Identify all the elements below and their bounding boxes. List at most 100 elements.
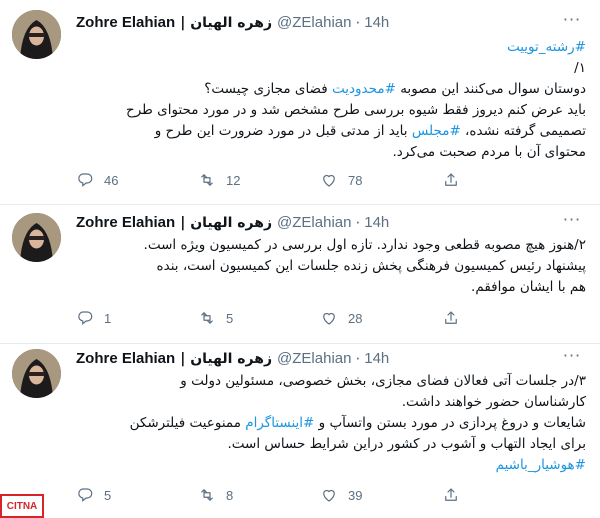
tweet-text-segment: دوستان سوال می‌کنند این مصوبه [395, 81, 586, 97]
tweet-text-segment: شایعات و دروغ پردازی در مورد بستن واتسآپ… [314, 415, 586, 431]
tweet-text-line: #هوشیار_باشیم [76, 455, 586, 476]
author-handle[interactable]: @ZElahian [277, 213, 351, 233]
tweet-text: ۳/در جلسات آتی فعالان فضای مجازی، بخش خص… [76, 371, 586, 476]
reply-icon [76, 171, 104, 189]
tweet-text-line: ۲/هنوز هیچ مصوبه قطعی وجود ندارد. تازه ا… [76, 235, 586, 256]
tweet-text-segment: ممنوعیت فیلترشکن [129, 415, 246, 431]
like-button[interactable]: 39 [320, 486, 442, 504]
tweet-time[interactable]: 14h [364, 213, 389, 233]
tweet-text-segment: ۲/هنوز هیچ مصوبه قطعی وجود ندارد. تازه ا… [143, 237, 586, 253]
reply-button[interactable]: 1 [76, 309, 198, 327]
retweet-count: 12 [226, 172, 241, 188]
like-count: 28 [348, 310, 363, 326]
retweet-count: 8 [226, 487, 234, 503]
avatar[interactable] [12, 10, 61, 59]
more-options-icon[interactable]: ··· [562, 212, 582, 234]
tweet-text-line: کارشناسان حضور خواهند داشت. [76, 392, 586, 413]
tweet-text-line: دوستان سوال می‌کنند این مصوبه #محدودیت ف… [76, 79, 586, 100]
reply-count: 1 [104, 310, 112, 326]
share-icon [442, 486, 470, 504]
tweet-text-segment: ۱/ [574, 60, 586, 76]
separator-dot: · [355, 14, 361, 32]
avatar[interactable] [12, 213, 61, 262]
tweet-text-line: ۱/ [76, 58, 586, 79]
like-count: 39 [348, 487, 363, 503]
like-button[interactable]: 28 [320, 309, 442, 327]
more-options-icon[interactable]: ··· [562, 348, 582, 370]
tweet-header: Zohre Elahian | زهره الهیان @ZElahian · … [76, 13, 560, 33]
reply-icon [76, 309, 104, 327]
retweet-icon [198, 486, 226, 504]
tweet-text-line: تصمیمی گرفته نشده، #مجلس باید از مدتی قب… [76, 121, 586, 142]
tweet-text-segment: هم با ایشان موافقم. [471, 279, 586, 295]
reply-button[interactable]: 46 [76, 171, 198, 189]
tweet-actions: 46 12 78 [76, 170, 516, 190]
tweet-3[interactable]: Zohre Elahian | زهره الهیان @ZElahian · … [0, 344, 600, 518]
separator-dot: · [355, 350, 361, 368]
avatar[interactable] [12, 349, 61, 398]
tweet-text-segment: کارشناسان حضور خواهند داشت. [401, 394, 586, 410]
tweet-text: ۲/هنوز هیچ مصوبه قطعی وجود ندارد. تازه ا… [76, 235, 586, 298]
tweet-text-segment: باید عرض کنم دیروز فقط شیوه بررسی طرح مش… [125, 102, 586, 118]
tweet-text-line: هم با ایشان موافقم. [76, 277, 586, 298]
author-name[interactable]: Zohre Elahian [76, 213, 175, 233]
tweet-text-line: برای ایجاد التهاب و آشوب در کشور دراین ش… [76, 434, 586, 455]
more-options-icon[interactable]: ··· [562, 12, 582, 34]
hashtag-link[interactable]: #هوشیار_باشیم [496, 457, 586, 473]
share-icon [442, 309, 470, 327]
share-button[interactable] [442, 486, 470, 504]
hashtag-link[interactable]: #مجلس [412, 123, 461, 139]
reply-count: 5 [104, 487, 112, 503]
tweet-text-segment: محتوای آن با مردم صحبت می‌کرد. [392, 144, 586, 160]
share-icon [442, 171, 470, 189]
separator-dot: · [355, 214, 361, 232]
retweet-button[interactable]: 5 [198, 309, 320, 327]
retweet-count: 5 [226, 310, 234, 326]
tweet-text-line: شایعات و دروغ پردازی در مورد بستن واتسآپ… [76, 413, 586, 434]
tweet-text-line: پیشنهاد رئیس کمیسیون فرهنگی پخش زنده جلس… [76, 256, 586, 277]
tweet-2[interactable]: Zohre Elahian | زهره الهیان @ZElahian · … [0, 205, 600, 344]
author-name[interactable]: Zohre Elahian [76, 13, 175, 33]
tweet-1[interactable]: Zohre Elahian | زهره الهیان @ZElahian · … [0, 0, 600, 205]
tweet-time[interactable]: 14h [364, 13, 389, 33]
heart-icon [320, 486, 348, 504]
author-handle[interactable]: @ZElahian [277, 13, 351, 33]
hashtag-link[interactable]: #اینستاگرام [245, 415, 314, 431]
hashtag-link[interactable]: #محدودیت [332, 81, 396, 97]
like-count: 78 [348, 172, 363, 188]
reply-button[interactable]: 5 [76, 486, 198, 504]
tweet-actions: 1 5 28 [76, 308, 516, 328]
tweet-text-line: ۳/در جلسات آتی فعالان فضای مجازی، بخش خص… [76, 371, 586, 392]
tweet-text-line: #رشته_توییت [76, 37, 586, 58]
retweet-icon [198, 171, 226, 189]
author-name-fa[interactable]: | زهره الهیان [180, 213, 272, 233]
author-handle[interactable]: @ZElahian [277, 349, 351, 369]
author-name-fa[interactable]: | زهره الهیان [180, 13, 272, 33]
tweet-header: Zohre Elahian | زهره الهیان @ZElahian · … [76, 349, 560, 369]
tweet-actions: 5 8 39 [76, 485, 516, 505]
tweet-text-line: باید عرض کنم دیروز فقط شیوه بررسی طرح مش… [76, 100, 586, 121]
tweet-time[interactable]: 14h [364, 349, 389, 369]
author-name-fa[interactable]: | زهره الهیان [180, 349, 272, 369]
heart-icon [320, 171, 348, 189]
tweet-text: #رشته_توییت ۱/دوستان سوال می‌کنند این مصو… [76, 37, 586, 163]
hashtag-link[interactable]: #رشته_توییت [507, 39, 586, 55]
heart-icon [320, 309, 348, 327]
retweet-icon [198, 309, 226, 327]
tweet-text-segment: تصمیمی گرفته نشده، [460, 123, 586, 139]
author-name[interactable]: Zohre Elahian [76, 349, 175, 369]
retweet-button[interactable]: 8 [198, 486, 320, 504]
tweet-header: Zohre Elahian | زهره الهیان @ZElahian · … [76, 213, 560, 233]
reply-icon [76, 486, 104, 504]
citna-watermark: CITNA [0, 494, 44, 518]
reply-count: 46 [104, 172, 119, 188]
tweet-text-segment: برای ایجاد التهاب و آشوب در کشور دراین ش… [227, 436, 586, 452]
retweet-button[interactable]: 12 [198, 171, 320, 189]
tweet-text-segment: باید از مدتی قبل در مورد ضرورت این طرح و [154, 123, 412, 139]
share-button[interactable] [442, 309, 470, 327]
like-button[interactable]: 78 [320, 171, 442, 189]
share-button[interactable] [442, 171, 470, 189]
tweet-text-segment: پیشنهاد رئیس کمیسیون فرهنگی پخش زنده جلس… [156, 258, 586, 274]
tweet-text-segment: ۳/در جلسات آتی فعالان فضای مجازی، بخش خص… [180, 373, 586, 389]
tweet-text-segment: فضای مجازی چیست؟ [204, 81, 333, 97]
